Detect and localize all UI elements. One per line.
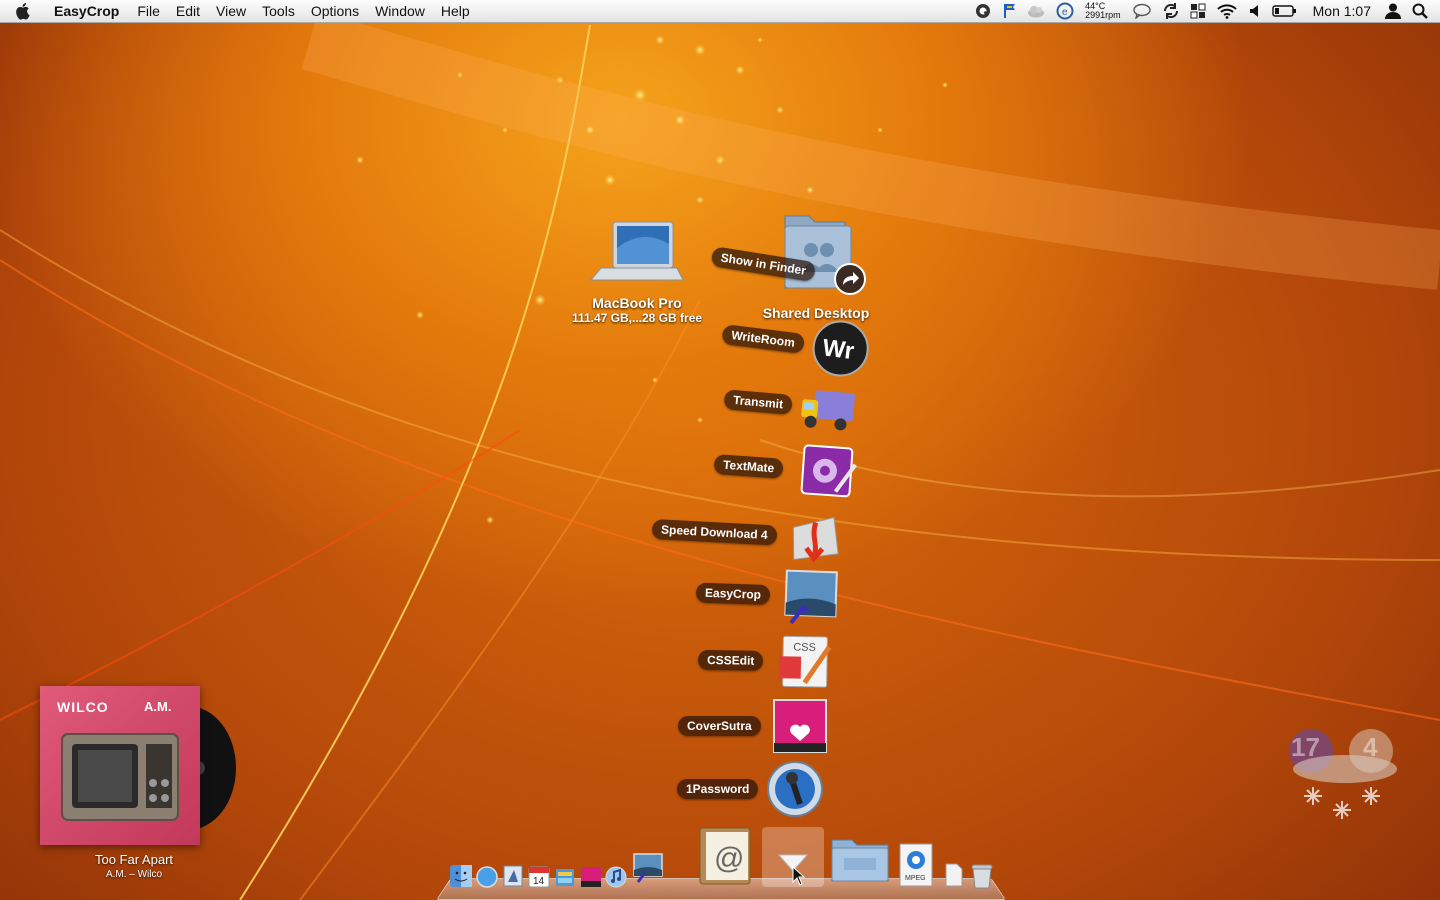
easycrop-icon	[784, 569, 838, 625]
menu-app-name[interactable]: EasyCrop	[40, 0, 129, 22]
tv-icon	[61, 733, 179, 821]
address-book-icon: @	[699, 827, 751, 885]
documents-icon	[556, 869, 574, 886]
trash-icon	[971, 864, 993, 889]
dock-ical[interactable]: 14	[528, 866, 550, 893]
1password-icon	[767, 761, 824, 817]
menu-help[interactable]: Help	[433, 0, 478, 22]
now-playing-artist: A.M. – Wilco	[105, 869, 163, 880]
dock-document-file[interactable]	[944, 862, 964, 893]
spaces-icon[interactable]	[1190, 0, 1206, 22]
show-in-finder-icon[interactable]	[833, 262, 867, 301]
textmate-label: TextMate	[713, 454, 784, 479]
calendar-widget[interactable]: 17 4	[1285, 725, 1405, 825]
svg-text:e: e	[1062, 7, 1068, 18]
dock-easycrop[interactable]	[632, 852, 664, 889]
apple-menu-icon[interactable]	[14, 0, 40, 22]
transmit-icon	[801, 390, 856, 431]
album-title: A.M.	[144, 699, 172, 714]
coversutra-label: CoverSutra	[678, 716, 761, 736]
svg-text:CSS: CSS	[793, 641, 816, 653]
chat-icon[interactable]	[1132, 0, 1152, 22]
menu-bar: EasyCrop File Edit View Tools Options Wi…	[0, 0, 1440, 23]
macbook-sublabel: 111.47 GB,...28 GB free	[571, 311, 703, 325]
svg-text:MPEG: MPEG	[905, 875, 926, 882]
laptop-icon	[589, 221, 684, 281]
dock-trash[interactable]	[970, 862, 994, 895]
stack-item-transmit[interactable]: Transmit	[722, 370, 861, 439]
quicksilver-icon[interactable]	[974, 0, 992, 22]
istat-icon[interactable]: e	[1056, 0, 1074, 22]
calendar-day-b: 4	[1363, 732, 1378, 762]
coversutra-dock-icon	[581, 867, 601, 887]
battery-icon[interactable]	[1271, 0, 1298, 22]
cssedit-label: CSSEdit	[697, 649, 764, 671]
desktop-macbook[interactable]: MacBook Pro 111.47 GB,...28 GB free	[562, 218, 712, 325]
status-menus: e 44°C 2991rpm Mon 1:07	[969, 0, 1440, 22]
safari-icon	[476, 866, 498, 888]
menu-clock[interactable]: Mon 1:07	[1313, 3, 1371, 19]
stack-item-textmate[interactable]: TextMate	[712, 435, 859, 503]
document-icon	[945, 863, 963, 887]
stack-item-speed-download[interactable]: Speed Download 4	[651, 500, 844, 568]
textmate-icon	[800, 444, 858, 498]
mail-stamp-icon	[503, 865, 523, 887]
dock-safari[interactable]	[476, 866, 498, 893]
dock-mpeg-file[interactable]: MPEG	[898, 842, 934, 893]
cssedit-icon: CSS	[779, 635, 832, 688]
speed-download-label: Speed Download 4	[651, 519, 778, 546]
dock-finder[interactable]	[449, 864, 473, 893]
svg-text:@: @	[714, 842, 744, 875]
flag-icon[interactable]	[1002, 0, 1016, 22]
now-playing-track: Too Far Apart	[94, 852, 174, 867]
writeroom-label: WriteRoom	[721, 324, 805, 354]
album-band: WILCO	[57, 699, 109, 715]
menu-view[interactable]: View	[208, 0, 254, 22]
menu-tools[interactable]: Tools	[254, 0, 303, 22]
menu-window[interactable]: Window	[367, 0, 433, 22]
album-cover[interactable]: WILCO A.M.	[40, 686, 200, 845]
svg-text:Wr: Wr	[821, 334, 856, 365]
stack-item-easycrop[interactable]: EasyCrop	[695, 564, 841, 627]
menu-options[interactable]: Options	[303, 0, 367, 22]
sync-icon[interactable]	[1162, 0, 1180, 22]
spotlight-icon[interactable]	[1412, 0, 1428, 22]
writeroom-icon: Wr	[812, 320, 869, 377]
dock-address-book[interactable]: @	[696, 826, 754, 891]
calendar-day-a: 17	[1291, 732, 1320, 762]
stack-item-cssedit[interactable]: CSSEdit CSS	[697, 631, 834, 691]
dock-documents-folder[interactable]	[830, 832, 890, 889]
stack-item-coversutra[interactable]: CoverSutra	[678, 697, 829, 755]
quicktime-file-icon: MPEG	[899, 843, 933, 887]
transmit-label: Transmit	[723, 389, 793, 416]
calendar-icon: 14	[528, 866, 550, 888]
volume-icon[interactable]	[1248, 0, 1262, 22]
easycrop-label: EasyCrop	[695, 582, 771, 606]
temperature-readout[interactable]: 44°C 2991rpm	[1085, 2, 1121, 20]
stack-item-1password[interactable]: 1Password	[677, 760, 824, 818]
dock-coversutra[interactable]	[580, 866, 602, 893]
easycrop-dock-icon	[633, 853, 663, 883]
menu-file[interactable]: File	[129, 0, 168, 22]
svg-text:14: 14	[533, 876, 545, 887]
dock-mail[interactable]	[502, 864, 524, 893]
finder-icon	[450, 865, 472, 887]
folder-icon	[831, 839, 889, 882]
menu-edit[interactable]: Edit	[168, 0, 208, 22]
weather-icon[interactable]	[1026, 0, 1046, 22]
1password-label: 1Password	[677, 779, 759, 799]
dock-documents[interactable]	[554, 866, 576, 893]
itunes-icon	[605, 866, 627, 888]
speed-download-icon	[792, 516, 839, 563]
macbook-label: MacBook Pro	[592, 295, 682, 311]
user-icon[interactable]	[1384, 0, 1402, 22]
dock-itunes[interactable]	[605, 866, 627, 893]
wifi-icon[interactable]	[1216, 0, 1238, 22]
mouse-cursor	[792, 865, 806, 891]
coversutra-icon	[772, 699, 827, 753]
